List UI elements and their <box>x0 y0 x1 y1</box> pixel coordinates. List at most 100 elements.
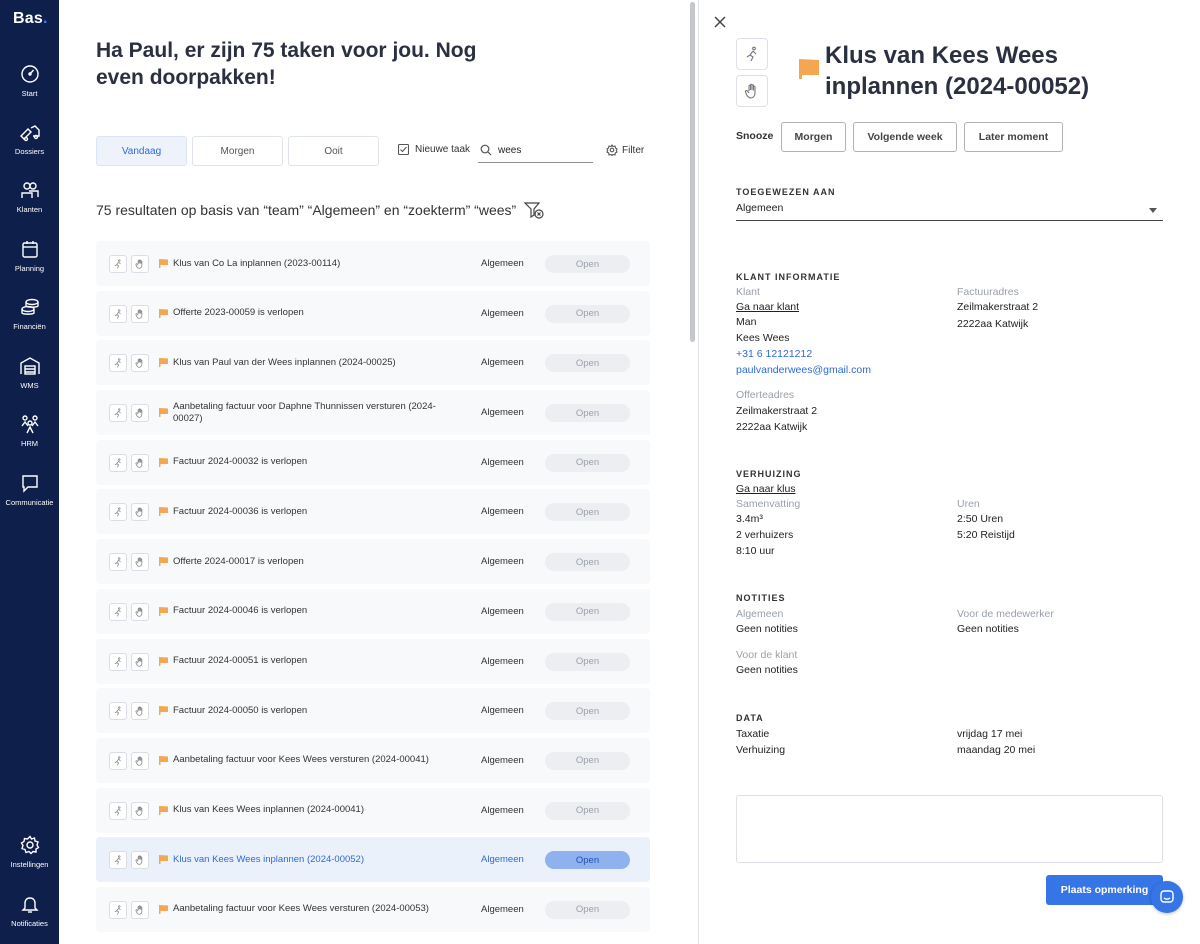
claim-task-button[interactable] <box>131 652 149 671</box>
run-task-button[interactable] <box>109 404 127 423</box>
task-status-badge[interactable]: Open <box>545 503 630 522</box>
task-row[interactable]: Factuur 2024-00051 is verlopen Algemeen Op… <box>96 638 650 684</box>
task-status-badge[interactable]: Open <box>545 404 630 423</box>
snooze-later-moment-button[interactable]: Later moment <box>964 122 1063 152</box>
brand-logo[interactable]: Bas. <box>13 10 48 28</box>
claim-task-button[interactable] <box>131 801 149 820</box>
task-status-badge[interactable]: Open <box>545 602 630 621</box>
task-status-badge[interactable]: Open <box>545 255 630 273</box>
run-task-button[interactable] <box>109 304 127 323</box>
nav-item-planning[interactable]: Planning <box>0 239 59 273</box>
client-phone-link[interactable]: +31 6 12121212 <box>736 348 812 360</box>
snooze-morgen-button[interactable]: Morgen <box>781 122 846 152</box>
task-status-badge[interactable]: Open <box>545 304 630 323</box>
nav-item-financien[interactable]: Financiën <box>0 297 59 331</box>
task-status-badge[interactable]: Open <box>545 453 630 472</box>
claim-task-button[interactable] <box>131 702 149 721</box>
nav-label-start: Start <box>21 89 38 98</box>
quote-address-label: Offerteadres <box>736 389 795 401</box>
task-status-badge[interactable]: Open <box>545 702 630 721</box>
task-row[interactable]: Klus van Kees Wees inplannen (2024-00052… <box>96 837 650 883</box>
post-comment-button[interactable]: Plaats opmerking <box>1046 875 1163 905</box>
nav-item-dossiers[interactable]: Dossiers <box>0 122 59 156</box>
run-task-button[interactable] <box>109 453 127 472</box>
task-row[interactable]: Aanbetaling factuur voor Kees Wees verst… <box>96 737 650 783</box>
task-status-badge[interactable]: Open <box>545 553 630 572</box>
assigned-select[interactable]: Algemeen <box>736 202 1163 221</box>
go-to-job-link[interactable]: Ga naar klus <box>736 483 796 495</box>
taxatie-date: vrijdag 17 mei <box>957 728 1023 740</box>
claim-task-button[interactable] <box>131 553 149 572</box>
client-email-link[interactable]: paulvanderwees@gmail.com <box>736 364 871 376</box>
claim-task-button[interactable] <box>131 404 149 423</box>
run-task-button[interactable] <box>109 851 127 870</box>
nav-item-communicatie[interactable]: Communicatie <box>0 473 59 507</box>
search-box <box>478 138 593 163</box>
new-task-toggle[interactable]: Nieuwe taak <box>398 144 470 155</box>
search-input[interactable] <box>498 144 588 156</box>
task-status-badge[interactable]: Open <box>545 354 630 373</box>
nav-item-instellingen[interactable]: Instellingen <box>0 835 59 869</box>
task-status-badge[interactable]: Open <box>545 652 630 671</box>
claim-task-button[interactable] <box>131 503 149 522</box>
run-task-button[interactable] <box>109 354 127 373</box>
claim-task-button[interactable] <box>736 75 768 107</box>
task-row[interactable]: Aanbetaling factuur voor Kees Wees verst… <box>96 886 650 932</box>
task-row[interactable]: Factuur 2024-00046 is verlopen Algemeen Op… <box>96 588 650 634</box>
filter-button[interactable]: Filter <box>606 144 644 156</box>
task-row[interactable]: Factuur 2024-00050 is verlopen Algemeen Op… <box>96 688 650 734</box>
hand-icon <box>744 83 756 99</box>
task-row[interactable]: Aanbetaling factuur voor Daphne Thunniss… <box>96 390 650 436</box>
run-task-button[interactable] <box>109 553 127 572</box>
snooze-volgende-week-button[interactable]: Volgende week <box>853 122 957 152</box>
nav-item-notificaties[interactable]: Notificaties <box>0 894 59 928</box>
claim-task-button[interactable] <box>131 751 149 770</box>
claim-task-button[interactable] <box>131 453 149 472</box>
task-row[interactable]: Offerte 2023-00059 is verlopen Algemeen Op… <box>96 290 650 336</box>
task-status-badge[interactable]: Open <box>545 900 630 919</box>
task-status-badge[interactable]: Open <box>545 801 630 820</box>
run-task-button[interactable] <box>109 503 127 522</box>
task-row[interactable]: Factuur 2024-00032 is verlopen Algemeen Op… <box>96 439 650 485</box>
task-row[interactable]: Klus van Co La inplannen (2023-00114) Alg… <box>96 241 650 286</box>
priority-flag-icon <box>159 755 168 765</box>
claim-task-button[interactable] <box>131 602 149 621</box>
tab-morgen[interactable]: Morgen <box>192 136 283 166</box>
run-task-button[interactable] <box>736 38 768 70</box>
clear-filter-icon[interactable] <box>524 201 544 219</box>
run-task-button[interactable] <box>109 801 127 820</box>
task-row[interactable]: Klus van Kees Wees inplannen (2024-00041… <box>96 787 650 833</box>
run-task-button[interactable] <box>109 900 127 919</box>
comment-textarea[interactable] <box>736 795 1163 863</box>
claim-task-button[interactable] <box>131 304 149 323</box>
nav-item-klanten[interactable]: Klanten <box>0 180 59 214</box>
run-task-button[interactable] <box>109 602 127 621</box>
move-section-title: VERHUIZING <box>736 469 802 479</box>
task-status-badge[interactable]: Open <box>545 851 630 870</box>
task-status-badge[interactable]: Open <box>545 751 630 770</box>
claim-task-button[interactable] <box>131 354 149 373</box>
task-title: Klus van Kees Wees inplannen (2024-00052… <box>173 853 365 865</box>
nav-item-wms[interactable]: WMS <box>0 356 59 390</box>
run-task-button[interactable] <box>109 255 127 273</box>
claim-task-button[interactable] <box>131 851 149 870</box>
task-row[interactable]: Factuur 2024-00036 is verlopen Algemeen Op… <box>96 489 650 535</box>
tab-vandaag[interactable]: Vandaag <box>96 136 187 166</box>
run-task-button[interactable] <box>109 652 127 671</box>
run-task-button[interactable] <box>109 702 127 721</box>
assigned-value: Algemeen <box>736 202 784 214</box>
task-row[interactable]: Offerte 2024-00017 is verlopen Algemeen Op… <box>96 539 650 585</box>
scrollbar[interactable] <box>690 2 695 342</box>
run-task-button[interactable] <box>109 751 127 770</box>
task-title: Offerte 2023-00059 is verlopen <box>173 307 304 319</box>
tab-ooit[interactable]: Ooit <box>288 136 379 166</box>
nav-item-hrm[interactable]: HRM <box>0 414 59 448</box>
nav-item-start[interactable]: Start <box>0 64 59 98</box>
claim-task-button[interactable] <box>131 900 149 919</box>
task-row[interactable]: Klus van Paul van der Wees inplannen (20… <box>96 340 650 386</box>
priority-flag-icon <box>159 706 168 716</box>
close-button[interactable] <box>713 15 727 34</box>
go-to-client-link[interactable]: Ga naar klant <box>736 301 799 313</box>
claim-task-button[interactable] <box>131 255 149 273</box>
chat-launcher-button[interactable] <box>1151 881 1183 913</box>
